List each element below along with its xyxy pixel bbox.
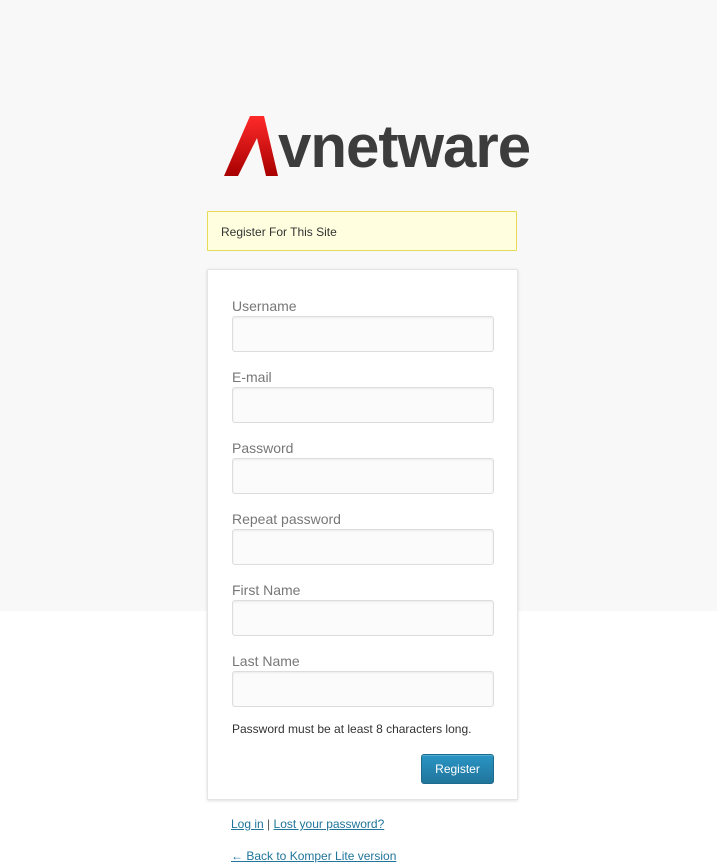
first-name-input[interactable] xyxy=(232,600,494,636)
login-link[interactable]: Log in xyxy=(231,817,264,831)
password-label: Password xyxy=(232,440,294,456)
first-name-label: First Name xyxy=(232,582,301,598)
logo-mark-icon xyxy=(224,116,278,176)
password-input[interactable] xyxy=(232,458,494,494)
notice-text: Register For This Site xyxy=(221,225,337,239)
register-button[interactable]: Register xyxy=(421,754,494,784)
nav-separator: | xyxy=(267,817,271,831)
username-label: Username xyxy=(232,298,297,314)
repeat-password-input[interactable] xyxy=(232,529,494,565)
back-to-site: ← Back to Komper Lite version xyxy=(231,849,396,863)
repeat-password-label: Repeat password xyxy=(232,511,341,527)
nav-links: Log in | Lost your password? xyxy=(231,817,384,831)
site-logo[interactable]: vnetware xyxy=(224,112,531,182)
register-notice: Register For This Site xyxy=(207,211,517,251)
lost-password-link[interactable]: Lost your password? xyxy=(274,817,385,831)
registration-form: Username E-mail Password Repeat password… xyxy=(207,269,518,800)
username-input[interactable] xyxy=(232,316,494,352)
password-hint: Password must be at least 8 characters l… xyxy=(232,722,472,736)
last-name-label: Last Name xyxy=(232,653,300,669)
back-to-site-link[interactable]: ← Back to Komper Lite version xyxy=(231,849,396,863)
logo-wordmark: vnetware xyxy=(278,113,531,180)
email-input[interactable] xyxy=(232,387,494,423)
email-label: E-mail xyxy=(232,369,272,385)
last-name-input[interactable] xyxy=(232,671,494,707)
